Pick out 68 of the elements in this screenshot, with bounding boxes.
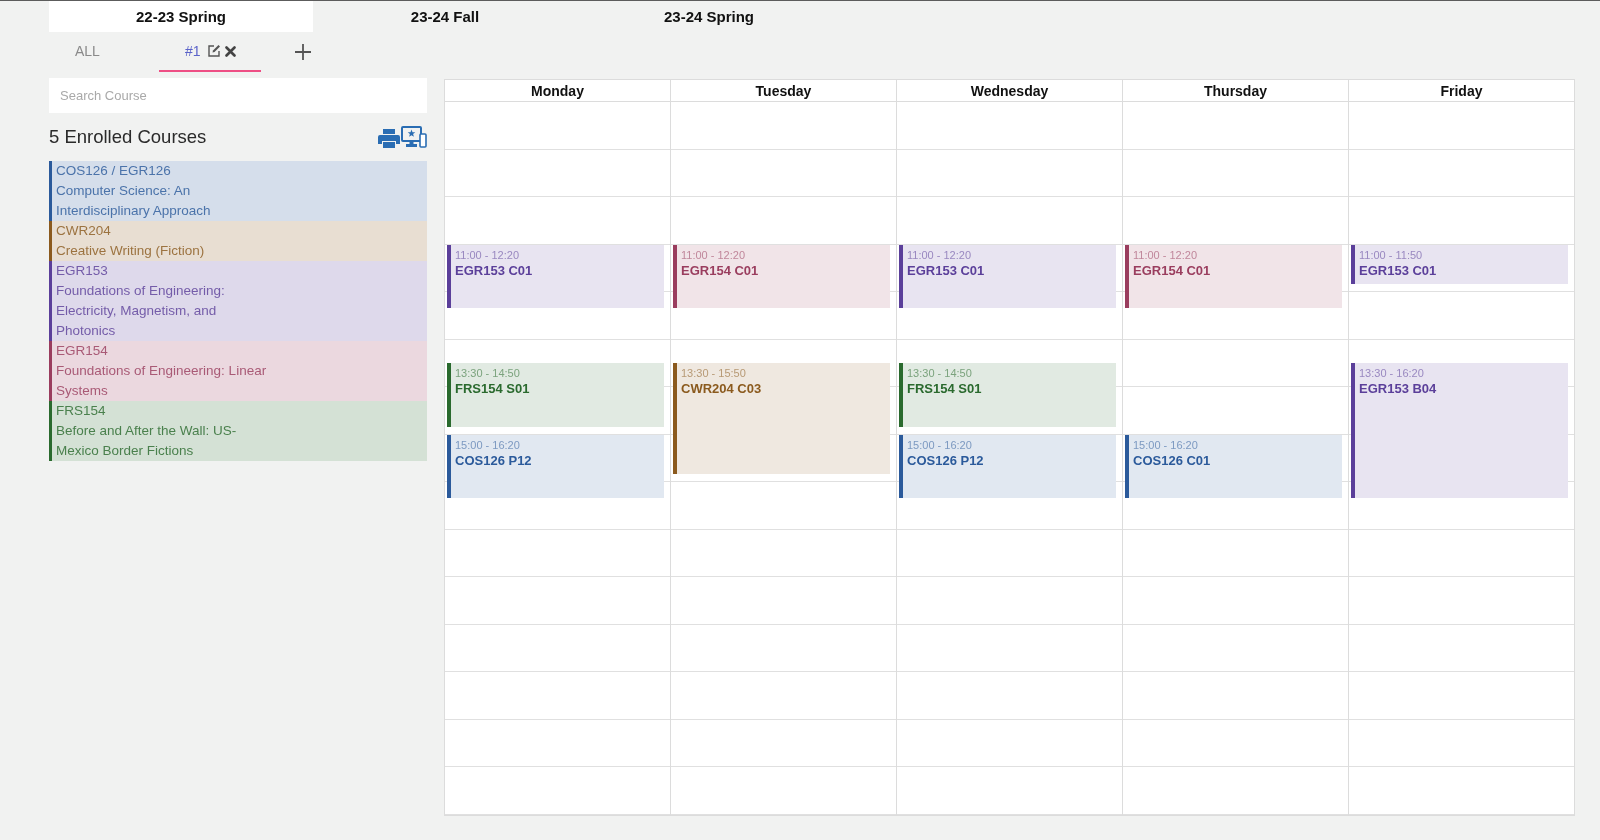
semester-tab[interactable]: 22-23 Spring bbox=[49, 1, 313, 32]
event-time: 13:30 - 15:50 bbox=[681, 366, 746, 381]
event-time: 13:30 - 14:50 bbox=[907, 366, 972, 381]
course-item[interactable]: CWR204 Creative Writing (Fiction) bbox=[49, 221, 427, 261]
event-time: 11:00 - 11:50 bbox=[1359, 247, 1423, 262]
calendar-event[interactable]: 15:00 - 16:20 COS126 P12 bbox=[447, 434, 664, 498]
course-code: CWR204 bbox=[56, 222, 111, 240]
course-item[interactable]: EGR153 Foundations of Engineering: Electricity, Magnetism, and Photonics bbox=[49, 261, 427, 341]
event-title: EGR153 C01 bbox=[455, 261, 533, 279]
event-title: COS126 P12 bbox=[907, 451, 984, 469]
course-title: Foundations of Engineering: Linear Systems bbox=[56, 362, 268, 400]
day-header: Monday bbox=[531, 82, 584, 99]
course-title: Before and After the Wall: US-Mexico Border Fictions bbox=[56, 422, 238, 460]
calendar-event[interactable]: 13:30 - 14:50 FRS154 S01 bbox=[447, 363, 664, 427]
event-time: 15:00 - 16:20 bbox=[907, 437, 972, 452]
search-field[interactable]: Search Course bbox=[49, 78, 427, 113]
printer-icon[interactable] bbox=[378, 129, 400, 148]
day-header: Wednesday bbox=[970, 82, 1049, 99]
course-code: EGR153 bbox=[56, 262, 108, 280]
course-item[interactable]: COS126 / EGR126 Computer Science: An Interdisciplinary Approach bbox=[49, 161, 427, 221]
calendar-event[interactable]: 11:00 - 12:20 EGR154 C01 bbox=[1125, 244, 1342, 308]
course-title: Creative Writing (Fiction) bbox=[56, 242, 206, 260]
edit-icon[interactable] bbox=[206, 44, 221, 58]
event-title: CWR204 C03 bbox=[681, 380, 762, 398]
semester-tab[interactable]: 23-24 Fall bbox=[313, 1, 577, 32]
event-title: COS126 C01 bbox=[1133, 451, 1211, 469]
event-title: EGR154 C01 bbox=[1133, 261, 1211, 279]
calendar-event[interactable]: 11:00 - 12:20 EGR153 C01 bbox=[899, 244, 1116, 308]
schedule-tab[interactable]: #1 bbox=[158, 32, 261, 72]
event-time: 13:30 - 16:20 bbox=[1359, 366, 1424, 381]
course-code: COS126 / EGR126 bbox=[56, 162, 171, 180]
enrolled-heading: 5 Enrolled Courses bbox=[49, 126, 207, 148]
event-time: 15:00 - 16:20 bbox=[1133, 437, 1198, 452]
day-header: Thursday bbox=[1204, 82, 1267, 99]
event-time: 13:30 - 14:50 bbox=[455, 366, 520, 381]
course-code: FRS154 bbox=[56, 402, 106, 420]
monitor-phone-icon[interactable] bbox=[401, 126, 427, 148]
calendar-event[interactable]: 15:00 - 16:20 COS126 C01 bbox=[1125, 434, 1342, 498]
event-time: 11:00 - 12:20 bbox=[907, 247, 971, 262]
event-title: EGR154 C01 bbox=[681, 261, 759, 279]
semester-tab[interactable]: 23-24 Spring bbox=[577, 1, 841, 32]
calendar-event[interactable]: 15:00 - 16:20 COS126 P12 bbox=[899, 434, 1116, 498]
calendar-event[interactable]: 11:00 - 11:50 EGR153 C01 bbox=[1351, 244, 1568, 285]
event-time: 11:00 - 12:20 bbox=[1133, 247, 1197, 262]
event-title: FRS154 S01 bbox=[455, 380, 530, 398]
course-item[interactable]: EGR154 Foundations of Engineering: Linear Systems bbox=[49, 341, 427, 401]
event-title: COS126 P12 bbox=[455, 451, 532, 469]
course-title: Computer Science: An Interdisciplinary Approach bbox=[56, 182, 212, 220]
event-title: FRS154 S01 bbox=[907, 380, 982, 398]
close-icon[interactable] bbox=[224, 45, 236, 57]
calendar-event[interactable]: 11:00 - 12:20 EGR153 C01 bbox=[447, 244, 664, 308]
schedule-tab[interactable]: ALL bbox=[49, 32, 125, 72]
event-title: EGR153 C01 bbox=[1359, 261, 1437, 279]
event-time: 11:00 - 12:20 bbox=[455, 247, 519, 262]
plus-icon bbox=[294, 44, 311, 60]
calendar-event[interactable]: 13:30 - 14:50 FRS154 S01 bbox=[899, 363, 1116, 427]
day-header: Friday bbox=[1440, 82, 1483, 99]
calendar-event[interactable]: 13:30 - 15:50 CWR204 C03 bbox=[673, 363, 890, 475]
event-time: 11:00 - 12:20 bbox=[681, 247, 745, 262]
calendar-event[interactable]: 11:00 - 12:20 EGR154 C01 bbox=[673, 244, 890, 308]
day-header: Tuesday bbox=[755, 82, 812, 99]
event-title: EGR153 C01 bbox=[907, 261, 985, 279]
calendar-event[interactable]: 13:30 - 16:20 EGR153 B04 bbox=[1351, 363, 1568, 498]
course-code: EGR154 bbox=[56, 342, 108, 360]
course-title: Foundations of Engineering: Electricity, Magnetism, and Photonics bbox=[56, 282, 226, 340]
event-title: EGR153 B04 bbox=[1359, 380, 1437, 398]
course-item[interactable]: FRS154 Before and After the Wall: US-Mexico Border Fictions bbox=[49, 401, 427, 461]
event-time: 15:00 - 16:20 bbox=[455, 437, 520, 452]
